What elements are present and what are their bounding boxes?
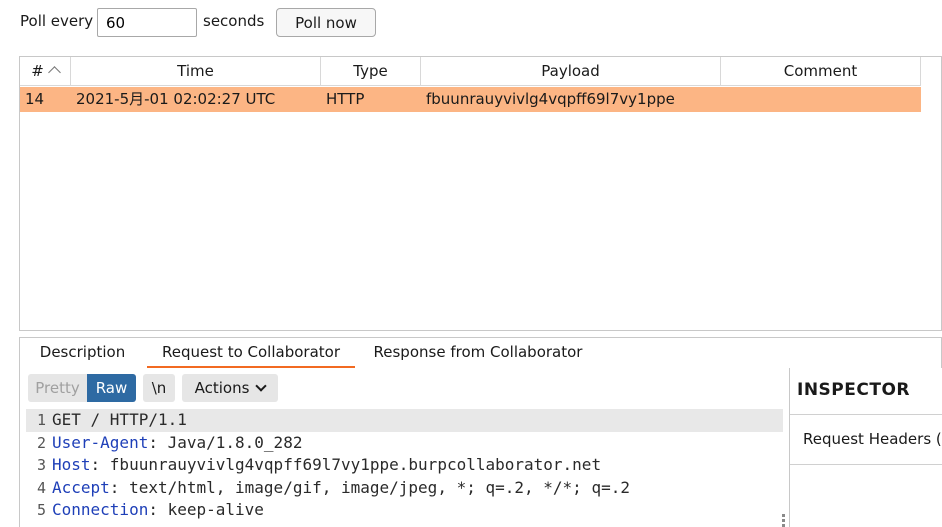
- code-line: 1 GET / HTTP/1.1: [26, 409, 783, 432]
- request-editor: Pretty Raw \n Actions 1 GET / HTTP/1.1 2U…: [26, 368, 789, 527]
- header-key: Host: [52, 455, 91, 475]
- column-header-type[interactable]: Type: [321, 57, 421, 86]
- poll-interval-input[interactable]: [97, 8, 197, 37]
- inspector-panel: INSPECTOR Request Headers (4: [789, 368, 942, 527]
- cell-number: 14: [25, 90, 45, 108]
- cell-comment: [726, 87, 920, 112]
- pane-resize-handle[interactable]: [612, 331, 628, 346]
- chevron-down-icon: [255, 380, 268, 392]
- column-header-payload[interactable]: Payload: [421, 57, 721, 86]
- column-header-number[interactable]: #: [20, 57, 71, 86]
- detail-tabs: Description Request to Collaborator Resp…: [20, 338, 941, 368]
- cell-type: HTTP: [326, 90, 365, 108]
- pretty-button[interactable]: Pretty: [28, 374, 87, 402]
- table-row[interactable]: 14 2021-5月-01 02:02:27 UTC HTTP fbuunrau…: [20, 87, 921, 112]
- raw-button[interactable]: Raw: [87, 374, 136, 402]
- line-number: 3: [36, 456, 46, 475]
- divider: [790, 464, 942, 465]
- line-number: 2: [36, 433, 46, 452]
- column-header-comment[interactable]: Comment: [721, 57, 921, 86]
- cell-payload: fbuunrauyvivlg4vqpff69l7vy1ppe: [426, 90, 675, 108]
- request-text[interactable]: 1 GET / HTTP/1.1 2 User-Agent: Java/1.8.0_…: [26, 409, 783, 522]
- header-key: Accept: [52, 477, 110, 497]
- code-line: 2 User-Agent: Java/1.8.0_282: [26, 432, 783, 455]
- code-line: 4 Accept: text/html, image/gif, image/jpe…: [26, 477, 783, 500]
- tab-description[interactable]: Description: [20, 338, 145, 368]
- actions-button[interactable]: Actions: [182, 374, 278, 402]
- detail-panel: Description Request to Collaborator Resp…: [19, 337, 942, 527]
- header-value: fbuunrauyvivlg4vqpff69l7vy1ppe.burpcolla…: [109, 455, 602, 475]
- inspector-request-headers[interactable]: Request Headers (4: [803, 430, 942, 448]
- header-key: Connection: [52, 500, 149, 520]
- header-value: Java/1.8.0_282: [167, 432, 303, 452]
- newline-toggle-button[interactable]: \n: [143, 374, 175, 402]
- poll-label: Poll every: [20, 12, 94, 30]
- interactions-table: # Time Type Payload Comment 14 2021-5月-0…: [19, 56, 942, 331]
- poll-now-button[interactable]: Poll now: [276, 8, 376, 37]
- line-number: 5: [36, 501, 46, 520]
- header-value: keep-alive: [167, 500, 264, 520]
- tab-response-from-collaborator[interactable]: Response from Collaborator: [358, 338, 598, 368]
- inspector-title: INSPECTOR: [797, 380, 910, 400]
- code-line: 3 Host: fbuunrauyvivlg4vqpff69l7vy1ppe.bu…: [26, 454, 783, 477]
- table-header: # Time Type Payload Comment: [20, 57, 921, 86]
- divider: [790, 414, 942, 415]
- editor-resize-handle[interactable]: [782, 514, 787, 527]
- tab-request-to-collaborator[interactable]: Request to Collaborator: [147, 338, 355, 368]
- header-key: User-Agent: [52, 432, 149, 452]
- cell-time: 2021-5月-01 02:02:27 UTC: [76, 90, 276, 108]
- poll-suffix-label: seconds: [203, 12, 265, 30]
- sort-ascending-icon: [47, 66, 61, 79]
- code-line: 5 Connection: keep-alive: [26, 499, 783, 522]
- header-value: text/html, image/gif, image/jpeg, *; q=.…: [129, 477, 630, 497]
- line-number: 1: [36, 411, 46, 429]
- line-number: 4: [36, 478, 46, 497]
- column-header-time[interactable]: Time: [71, 57, 321, 86]
